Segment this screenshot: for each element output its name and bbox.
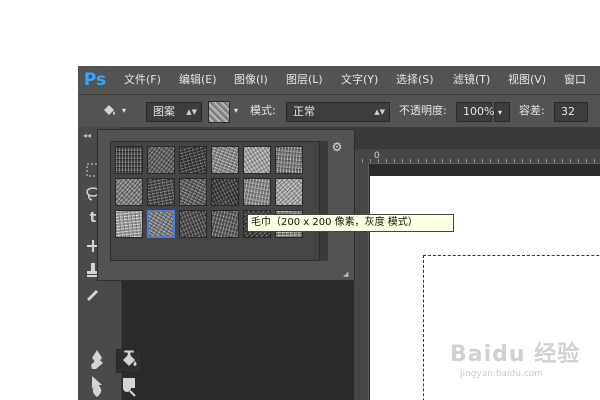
pattern-swatch[interactable] — [115, 210, 143, 238]
opacity-value: 100% — [463, 105, 495, 118]
pattern-grid — [110, 141, 320, 261]
pattern-swatch-selected[interactable] — [147, 210, 175, 238]
opacity-slider-button[interactable]: ▾ — [494, 102, 510, 122]
pattern-swatch[interactable] — [115, 178, 143, 206]
mode-value: 正常 — [293, 105, 315, 118]
type-tool-icon[interactable]: T — [120, 348, 138, 366]
menu-edit[interactable]: 编辑(E) — [179, 66, 217, 94]
tolerance-input[interactable]: 32 — [554, 102, 588, 122]
pattern-swatch[interactable] — [147, 146, 175, 174]
pattern-picker-caret-icon[interactable]: ▾ — [234, 95, 238, 127]
pattern-picker-popup: ⚙ ◢ — [97, 129, 355, 281]
pattern-swatch[interactable] — [147, 178, 175, 206]
resize-grip-icon[interactable]: ◢ — [343, 270, 351, 278]
opacity-label: 不透明度: — [399, 104, 447, 117]
menu-layer[interactable]: 图层(L) — [286, 66, 323, 94]
pattern-swatch[interactable] — [211, 210, 239, 238]
pen-tool-icon[interactable] — [88, 348, 106, 366]
watermark-sub-text: jingyan.baidu.com — [460, 369, 544, 379]
fill-source-select[interactable]: 图案 ▲▼ — [146, 102, 202, 122]
rectangle-tool-icon[interactable] — [120, 374, 138, 392]
mode-label: 模式: — [250, 104, 276, 117]
fill-source-value: 图案 — [153, 105, 175, 118]
path-select-tool-icon[interactable] — [88, 374, 106, 392]
tool-preset-caret-icon[interactable]: ▾ — [122, 95, 126, 127]
menu-filter[interactable]: 滤镜(T) — [453, 66, 490, 94]
menu-select[interactable]: 选择(S) — [396, 66, 434, 94]
chevron-updown-icon: ▲▼ — [374, 108, 385, 116]
watermark-main-text: Baidu 经验 — [450, 342, 581, 367]
options-bar: ▾ 图案 ▲▼ ▾ 模式: 正常 ▲▼ 不透明度: 100% ▾ 容差: 32 — [78, 94, 600, 127]
baidu-watermark: Baidu 经验 jingyan.baidu.com — [450, 336, 590, 386]
ruler-zero-label: 0 — [374, 151, 380, 161]
menu-bar: Ps 文件(F) 编辑(E) 图像(I) 图层(L) 文字(Y) 选择(S) 滤… — [78, 66, 600, 94]
horizontal-ruler — [354, 149, 600, 164]
menu-file[interactable]: 文件(F) — [124, 66, 161, 94]
tolerance-label: 容差: — [519, 104, 545, 117]
collapse-panel-icon[interactable]: ◂◂ — [78, 127, 96, 145]
mode-select[interactable]: 正常 ▲▼ — [286, 102, 390, 122]
gear-icon[interactable]: ⚙ — [330, 140, 344, 154]
pattern-tooltip: 毛巾（200 x 200 像素，灰度 模式） — [247, 214, 454, 232]
pattern-swatch[interactable] — [211, 178, 239, 206]
pattern-swatch[interactable] — [179, 210, 207, 238]
menu-image[interactable]: 图像(I) — [234, 66, 268, 94]
paint-bucket-preset-icon[interactable] — [100, 102, 118, 120]
pattern-swatch[interactable] — [179, 178, 207, 206]
ps-logo: Ps — [83, 70, 107, 90]
pattern-swatch[interactable] — [115, 146, 143, 174]
pattern-grid-scrollbar[interactable] — [320, 141, 328, 261]
menu-window[interactable]: 窗口 — [564, 66, 586, 94]
menu-view[interactable]: 视图(V) — [508, 66, 546, 94]
pattern-swatch[interactable] — [211, 146, 239, 174]
chevron-updown-icon: ▲▼ — [186, 108, 197, 116]
tolerance-value: 32 — [561, 105, 575, 118]
menu-type[interactable]: 文字(Y) — [341, 66, 378, 94]
chevron-down-icon: ▾ — [498, 108, 503, 117]
pattern-picker-swatch[interactable] — [208, 101, 230, 123]
pattern-swatch[interactable] — [275, 178, 303, 206]
history-brush-icon[interactable] — [84, 285, 102, 303]
pattern-swatch[interactable] — [243, 146, 271, 174]
opacity-input[interactable]: 100% — [456, 102, 495, 122]
pattern-swatch[interactable] — [179, 146, 207, 174]
pattern-swatch[interactable] — [243, 178, 271, 206]
vertical-ruler — [354, 163, 369, 400]
pattern-swatch[interactable] — [275, 146, 303, 174]
